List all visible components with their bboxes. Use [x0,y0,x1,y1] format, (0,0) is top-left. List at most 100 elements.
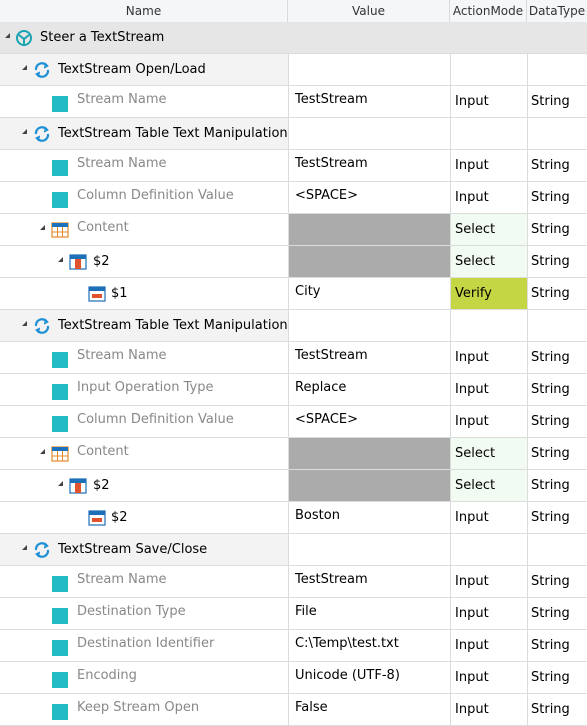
action-mode-cell[interactable]: Input [450,86,527,117]
cell-icon [88,286,106,302]
value-cell[interactable]: Boston [288,502,450,533]
value-cell[interactable]: Unicode (UTF-8) [288,662,450,693]
value-cell[interactable] [288,438,450,469]
root-row[interactable]: Steer a TextStream [0,22,587,54]
data-type-cell[interactable]: String [527,182,587,213]
value-cell[interactable]: TestStream [288,342,450,373]
value-cell[interactable]: Replace [288,374,450,405]
collapse-arrow-icon[interactable] [22,65,27,70]
value-cell[interactable]: TestStream [288,86,450,117]
data-type-cell[interactable]: String [527,598,587,629]
parameter-row[interactable]: Encoding Unicode (UTF-8) Input String [0,662,587,694]
cell-row[interactable]: $1 City Verify String [0,278,587,310]
parameter-row[interactable]: Destination Type File Input String [0,598,587,630]
action-mode-cell[interactable]: Input [450,662,527,693]
parameter-row[interactable]: Stream Name TestStream Input String [0,342,587,374]
data-type-cell[interactable]: String [527,662,587,693]
action-mode-cell[interactable]: Input [450,502,527,533]
data-type-cell[interactable]: String [527,278,587,309]
value-text: TestStream [295,572,368,587]
action-mode-cell[interactable]: Select [450,246,527,277]
value-cell[interactable]: City [288,278,450,309]
action-mode-cell[interactable]: Select [450,214,527,245]
data-type-text: String [531,190,570,205]
data-type-cell[interactable]: String [527,470,587,501]
data-type-cell[interactable]: String [527,630,587,661]
collapse-arrow-icon[interactable] [40,449,45,454]
data-type-cell[interactable]: String [527,406,587,437]
action-mode-cell[interactable]: Input [450,342,527,373]
action-mode-cell[interactable]: Select [450,470,527,501]
action-mode-text: Input [455,414,489,429]
column-row[interactable]: $2 Select String [0,470,587,502]
action-mode-cell[interactable]: Input [450,374,527,405]
step-row[interactable]: TextStream Table Text Manipulation [0,310,587,342]
column-header-name[interactable]: Name [0,0,288,22]
parameter-row[interactable]: Destination Identifier C:\Temp\test.txt In… [0,630,587,662]
parameter-label: Input Operation Type [77,380,214,395]
refresh-icon [34,62,50,78]
data-type-cell[interactable]: String [527,86,587,117]
data-type-cell[interactable]: String [527,694,587,725]
refresh-icon [34,542,50,558]
value-cell[interactable]: False [288,694,450,725]
data-type-cell[interactable]: String [527,214,587,245]
collapse-arrow-icon[interactable] [22,545,27,550]
value-text: TestStream [295,92,368,107]
parameter-row[interactable]: Column Definition Value <SPACE> Input Strin… [0,406,587,438]
data-type-cell[interactable]: String [527,246,587,277]
action-mode-cell[interactable]: Input [450,694,527,725]
column-row[interactable]: $2 Select String [0,246,587,278]
step-row[interactable]: TextStream Table Text Manipulation [0,118,587,150]
table-row[interactable]: Content Select String [0,214,587,246]
grid-header: Name Value ActionMode DataType [0,0,587,23]
collapse-arrow-icon[interactable] [22,321,27,326]
parameter-row[interactable]: Column Definition Value <SPACE> Input Strin… [0,182,587,214]
cell-icon [88,510,106,526]
column-header-value[interactable]: Value [288,0,450,22]
step-row[interactable]: TextStream Save/Close [0,534,587,566]
column-header-actionmode[interactable]: ActionMode [450,0,527,22]
action-mode-cell[interactable]: Verify [450,278,527,309]
value-cell[interactable]: File [288,598,450,629]
collapse-arrow-icon[interactable] [58,257,63,262]
data-type-cell[interactable]: String [527,150,587,181]
action-mode-cell[interactable]: Input [450,150,527,181]
step-row[interactable]: TextStream Open/Load [0,54,587,86]
collapse-arrow-icon[interactable] [58,481,63,486]
value-cell[interactable]: <SPACE> [288,406,450,437]
value-cell[interactable]: <SPACE> [288,182,450,213]
collapse-arrow-icon[interactable] [22,129,27,134]
parameter-row[interactable]: Stream Name TestStream Input String [0,150,587,182]
action-mode-cell[interactable]: Input [450,566,527,597]
data-type-cell[interactable]: String [527,374,587,405]
action-mode-cell[interactable]: Input [450,182,527,213]
collapse-arrow-icon[interactable] [5,33,10,38]
table-row[interactable]: Content Select String [0,438,587,470]
value-cell[interactable]: TestStream [288,150,450,181]
data-type-cell[interactable]: String [527,502,587,533]
cell-row[interactable]: $2 Boston Input String [0,502,587,534]
table-icon [51,222,69,238]
parameter-row[interactable]: Keep Stream Open False Input String [0,694,587,726]
value-cell[interactable]: TestStream [288,566,450,597]
action-mode-cell[interactable]: Input [450,598,527,629]
action-mode-cell[interactable]: Select [450,438,527,469]
action-mode-text: Input [455,158,489,173]
action-mode-text: Select [455,254,496,269]
action-mode-cell[interactable]: Input [450,406,527,437]
column-header-datatype[interactable]: DataType [527,0,587,22]
data-type-cell[interactable]: String [527,438,587,469]
parameter-row[interactable]: Input Operation Type Replace Input String [0,374,587,406]
data-type-cell[interactable]: String [527,566,587,597]
value-cell[interactable]: C:\Temp\test.txt [288,630,450,661]
value-cell[interactable] [288,246,450,277]
value-cell[interactable] [288,214,450,245]
parameter-row[interactable]: Stream Name TestStream Input String [0,566,587,598]
collapse-arrow-icon[interactable] [40,225,45,230]
data-type-cell[interactable]: String [527,342,587,373]
parameter-row[interactable]: Stream Name TestStream Input String [0,86,587,118]
cell-label: $1 [111,286,128,301]
value-cell[interactable] [288,470,450,501]
action-mode-cell[interactable]: Input [450,630,527,661]
